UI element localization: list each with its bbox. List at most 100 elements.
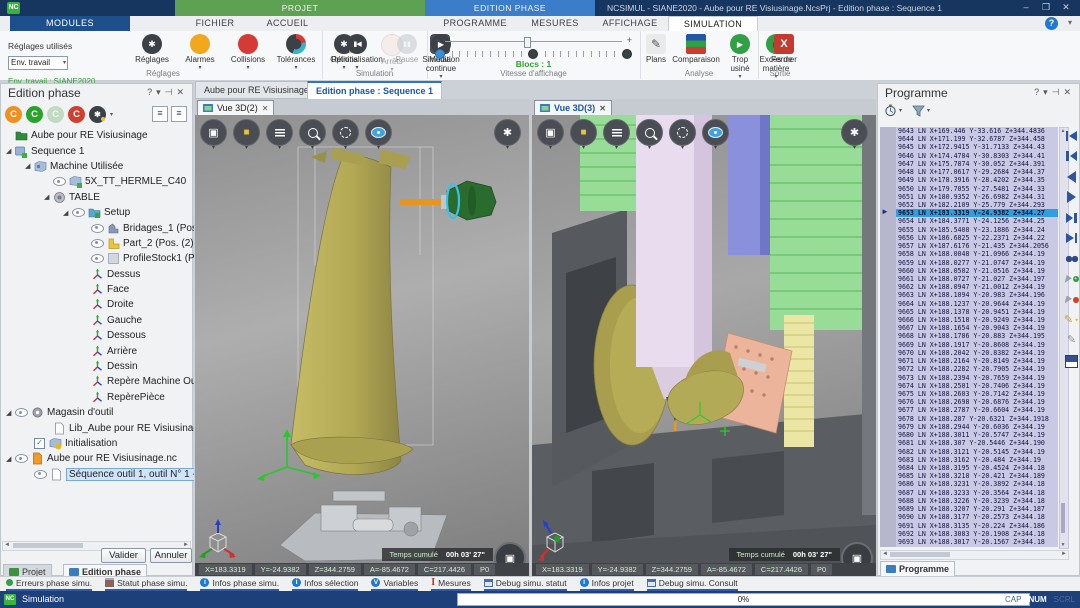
panel-toggle-infos-s-lection[interactable]: iInfos sélection [292, 577, 358, 591]
panel-menu-icon[interactable]: ▾ [1043, 87, 1052, 97]
program-line[interactable]: 9685 LN X+188.3218 Y-20.421 Z+344.189 [896, 472, 1058, 480]
program-line[interactable]: 9662 LN X+188.0947 Y-21.0012 Z+344.19 [896, 283, 1058, 291]
program-line[interactable]: 9655 LN X+185.5408 Y-23.1886 Z+344.24 [896, 226, 1058, 234]
program-line[interactable]: 9644 LN X+171.199 Y-32.6787 Z+344.458 [896, 135, 1058, 143]
c-red-icon[interactable]: C [68, 106, 85, 123]
panel-pin-icon[interactable]: ⊣ [1052, 87, 1064, 97]
visibility-eye-icon[interactable] [53, 177, 66, 186]
visibility-eye-icon[interactable] [91, 239, 104, 248]
program-line[interactable]: 9659 LN X+188.0277 Y-21.0747 Z+344.19 [896, 259, 1058, 267]
panel-toggle-statut-phase-simu-[interactable]: Statut phase simu. [105, 577, 187, 591]
tree-item[interactable]: Face [1, 282, 194, 297]
panel-toggle-mesures[interactable]: IMesures [431, 577, 471, 591]
help-icon[interactable]: ? [1045, 17, 1058, 30]
env-travail-select[interactable]: Env. travail▾ [8, 56, 68, 70]
panel-toggle-infos-projet[interactable]: iInfos projet [580, 577, 634, 591]
filter-icon[interactable]: ▾ [912, 105, 930, 117]
panel-toggle-variables[interactable]: VVariables [371, 577, 418, 591]
report-view-icon[interactable]: ≡ [171, 106, 187, 122]
program-line[interactable]: 9648 LN X+177.0617 Y-29.2684 Z+344.37 [896, 168, 1058, 176]
program-line[interactable]: 9680 LN X+188.3011 Y-20.5747 Z+344.19 [896, 431, 1058, 439]
program-line[interactable]: 9693 LN X+188.3017 Y-20.1567 Z+344.18 [896, 538, 1058, 546]
speed-plus[interactable]: + [627, 35, 632, 45]
tree-item[interactable]: Part_2 (Pos. (2)) [1, 236, 194, 251]
taskbar-app-label[interactable]: Simulation [22, 591, 64, 608]
program-line[interactable]: 9664 LN X+188.1237 Y-20.9644 Z+344.19 [896, 300, 1058, 308]
tree-item[interactable]: Séquence outil 1, outil N° 1 - (0%) [1, 467, 194, 482]
program-line[interactable]: 9670 LN X+188.2042 Y-20.8382 Z+344.19 [896, 349, 1058, 357]
alarmes-button[interactable]: Alarmes▾ [176, 33, 224, 73]
refresh-view-icon[interactable] [702, 119, 729, 146]
program-line[interactable]: 9691 LN X+188.3135 Y-20.224 Z+344.186 [896, 522, 1058, 530]
tree-item[interactable]: ◢Sequence 1 [1, 143, 194, 158]
visibility-eye-icon[interactable] [34, 470, 47, 479]
tree-item[interactable]: Dessus [1, 267, 194, 282]
c-green-icon[interactable]: C [26, 106, 43, 123]
view-3d-3-tab[interactable]: Vue 3D(3) ✕ [534, 100, 612, 116]
tree-item[interactable]: Gauche [1, 313, 194, 328]
edit-new-button[interactable]: ✎✦ [1065, 314, 1079, 327]
visibility-eye-icon[interactable] [15, 408, 28, 417]
program-line[interactable]: 9646 LN X+174.4784 Y-30.8303 Z+344.41 [896, 152, 1058, 160]
tree-item[interactable]: ◢Machine Utilisée [1, 159, 194, 174]
tree-item[interactable]: Dessous [1, 328, 194, 343]
tree-item[interactable]: ◢TABLE [1, 190, 194, 205]
tab-affichage[interactable]: AFFICHAGE [590, 16, 670, 31]
timer-icon[interactable]: ▾ [884, 104, 902, 117]
tree-item[interactable]: Repère Machine Outil0 [1, 374, 194, 389]
program-line[interactable]: 9669 LN X+188.1917 Y-20.8608 Z+344.19 [896, 341, 1058, 349]
panel-toggle-infos-phase-simu-[interactable]: iInfos phase simu. [200, 577, 279, 591]
speed-slider[interactable]: − + [435, 37, 632, 47]
c-gear-icon[interactable]: ✱ [89, 106, 106, 123]
tool-insert-button[interactable]: + [1065, 273, 1079, 286]
program-line[interactable]: 9683 LN X+188.3162 Y-20.484 Z+344.19 [896, 456, 1058, 464]
annuler-button[interactable]: Annuler [150, 548, 192, 563]
program-line[interactable]: 9676 LN X+188.2698 Y-20.6876 Z+344.19 [896, 398, 1058, 406]
panel-toggle-debug-simu-consult[interactable]: Debug simu. Consult [647, 577, 738, 591]
list-view-icon[interactable]: ≡ [152, 106, 168, 122]
machine-config-icon[interactable]: ▣ [537, 119, 564, 146]
view-close-icon[interactable]: ✕ [262, 104, 269, 113]
program-line[interactable]: 9667 LN X+188.1654 Y-20.9043 Z+344.19 [896, 324, 1058, 332]
program-line[interactable]: 9692 LN X+188.3083 Y-20.1908 Z+344.18 [896, 530, 1058, 538]
close-button[interactable]: ✕ [1056, 0, 1076, 15]
tree-item[interactable]: 5X_TT_HERMLE_C40 [1, 174, 194, 189]
panel-toggle-erreurs-phase-simu-[interactable]: Erreurs phase simu. [6, 577, 92, 591]
tree-item[interactable]: ProfileStock1 (Pos. [1, 251, 194, 266]
checkbox[interactable]: ✓ [34, 438, 45, 449]
taskbar-app-icon[interactable]: NC [4, 594, 16, 605]
program-line[interactable]: 9689 LN X+188.3207 Y-20.291 Z+344.187 [896, 505, 1058, 513]
visibility-eye-icon[interactable] [91, 224, 104, 233]
program-line[interactable]: 9651 LN X+180.9352 Y-26.6982 Z+344.31 [896, 193, 1058, 201]
panel-pin-icon[interactable]: ⊣ [165, 87, 177, 97]
program-line[interactable]: 9663 LN X+188.1094 Y-20.983 Z+344.196 [896, 291, 1058, 299]
program-line[interactable]: 9647 LN X+175.7874 Y-30.052 Z+344.391 [896, 160, 1058, 168]
speed-minus[interactable]: − [435, 35, 440, 45]
program-line[interactable]: 9649 LN X+178.3916 Y-28.4202 Z+344.35 [896, 176, 1058, 184]
material-removal-icon[interactable] [266, 119, 293, 146]
program-line[interactable]: 9686 LN X+188.3231 Y-20.3892 Z+344.18 [896, 480, 1058, 488]
tab-programme[interactable]: Programme [880, 561, 955, 577]
program-line[interactable]: 9675 LN X+188.2603 Y-20.7142 Z+344.19 [896, 390, 1058, 398]
program-listing[interactable]: 9643 LN X+169.446 Y-33.616 Z+344.4836964… [880, 127, 1058, 547]
visibility-eye-icon[interactable] [15, 454, 28, 463]
program-line[interactable]: 9687 LN X+188.3233 Y-20.3564 Z+344.18 [896, 489, 1058, 497]
minimize-button[interactable]: – [1016, 0, 1036, 15]
tree-item[interactable]: ✓Initialisation [1, 436, 194, 451]
visibility-eye-icon[interactable] [72, 208, 85, 217]
program-line[interactable]: 9650 LN X+179.7055 Y-27.5481 Z+344.33 [896, 185, 1058, 193]
program-line[interactable]: 9658 LN X+188.0048 Y-21.0966 Z+344.19 [896, 250, 1058, 258]
program-line[interactable]: 9674 LN X+188.2501 Y-20.7406 Z+344.19 [896, 382, 1058, 390]
tree-item[interactable]: Lib_Aube pour RE Visiusinage_0.tlb [1, 420, 194, 435]
step-back-button[interactable] [1065, 170, 1079, 183]
panel-help-icon[interactable]: ? [1034, 87, 1043, 97]
tree-item[interactable]: Aube pour RE Visiusinage [1, 128, 194, 143]
collisions-button[interactable]: Collisions▾ [224, 33, 272, 73]
tree-item[interactable]: ◢Setup [1, 205, 194, 220]
refresh-view-icon[interactable] [365, 119, 392, 146]
view-3d-2-tab[interactable]: Vue 3D(2) ✕ [197, 100, 274, 116]
tol-rances-button[interactable]: Tolérances▾ [272, 33, 320, 73]
program-line[interactable]: 9678 LN X+188.287 Y-20.6321 Z+344.1918 [896, 415, 1058, 423]
program-line[interactable]: 9653 LN X+183.3319 Y-24.9382 Z+344.27 [896, 209, 1058, 217]
tab-simulation[interactable]: SIMULATION [668, 16, 758, 32]
